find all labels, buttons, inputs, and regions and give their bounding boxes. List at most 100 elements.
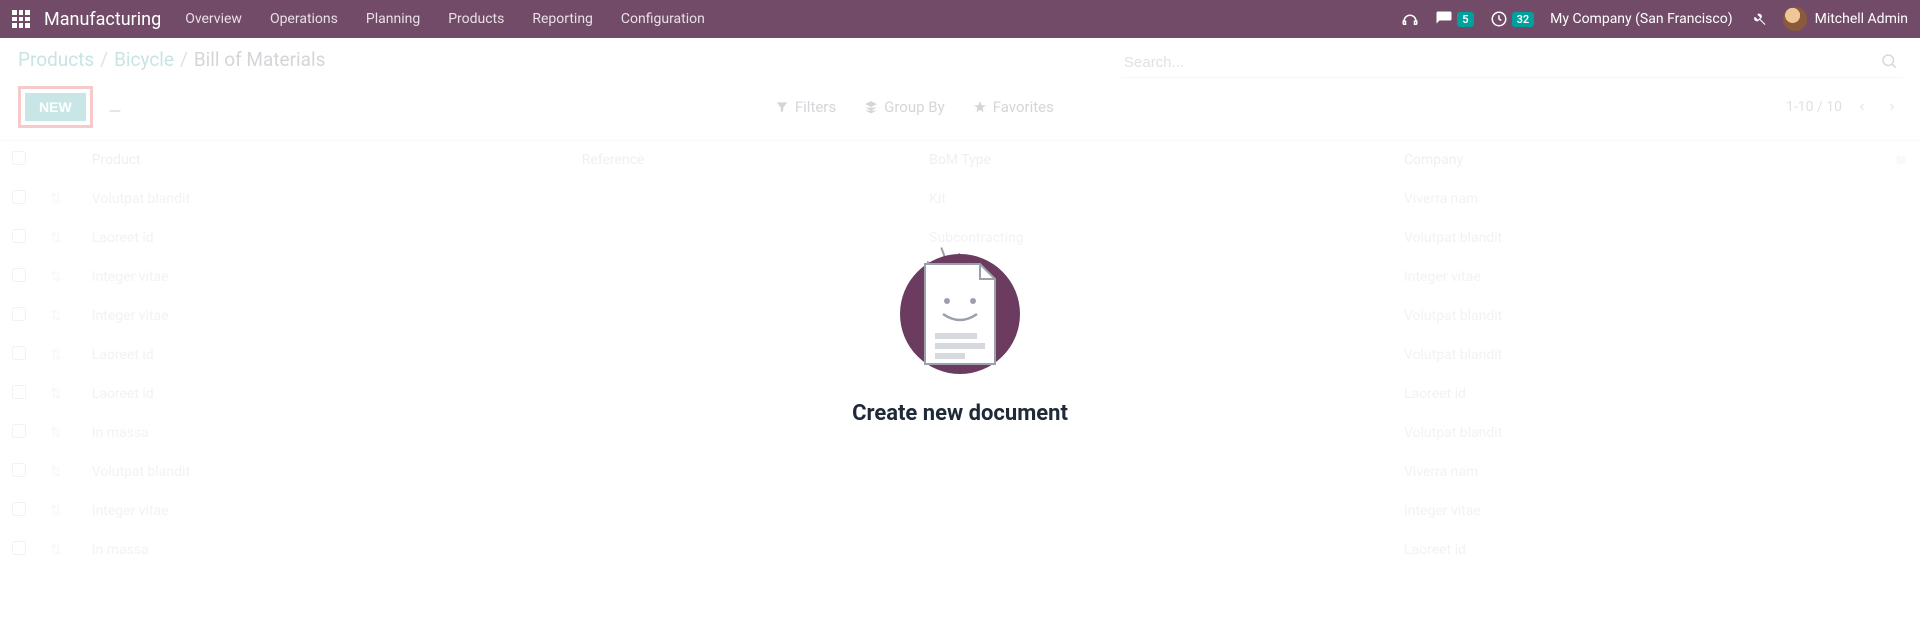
filters-button[interactable]: Filters <box>775 98 836 116</box>
cell-company: Laoreet id <box>1392 531 1882 570</box>
table-row[interactable]: ⇅Integer vitaeKitInteger vitae <box>0 258 1920 297</box>
table-row[interactable]: ⇅Volutpat blanditKitViverra nam <box>0 180 1920 219</box>
search-icon[interactable] <box>1880 52 1898 70</box>
nav-link-planning[interactable]: Planning <box>366 11 420 27</box>
row-checkbox[interactable] <box>12 307 26 321</box>
favorites-button[interactable]: Favorites <box>973 98 1054 116</box>
cell-reference <box>570 492 917 531</box>
cell-company: Volutpat blandit <box>1392 297 1882 336</box>
cell-reference <box>570 531 917 570</box>
table-row[interactable]: ⇅Laoreet idSubcontractingVolutpat blandi… <box>0 219 1920 258</box>
avatar <box>1783 7 1807 31</box>
cell-bomtype <box>917 336 1392 375</box>
cell-product: In massa <box>80 414 570 453</box>
column-settings-icon[interactable] <box>1882 141 1920 180</box>
groupby-button[interactable]: Group By <box>864 98 945 116</box>
breadcrumb-sep: / <box>100 48 108 71</box>
cell-product: Volutpat blandit <box>80 453 570 492</box>
cell-bomtype: Kit <box>917 258 1392 297</box>
drag-handle-icon[interactable]: ⇅ <box>50 347 68 363</box>
bom-list: Product Reference BoM Type Company ⇅ Volu… <box>0 141 1920 570</box>
clock-icon <box>1490 10 1508 28</box>
filters-label: Filters <box>795 98 836 116</box>
select-all-checkbox[interactable] <box>12 151 26 165</box>
breadcrumb-products[interactable]: Products <box>18 48 94 71</box>
cell-reference <box>570 297 917 336</box>
pager-next[interactable] <box>1882 99 1902 115</box>
breadcrumb-sep: / <box>180 48 188 71</box>
cell-company: Integer vitae <box>1392 492 1882 531</box>
filter-icon <box>775 100 789 114</box>
messages-button[interactable]: 5 <box>1435 10 1473 28</box>
list-wrapper: Product Reference BoM Type Company ⇅ Volu… <box>0 141 1920 570</box>
row-checkbox[interactable] <box>12 541 26 555</box>
drag-handle-icon[interactable]: ⇅ <box>50 191 68 207</box>
cell-product: In massa <box>80 531 570 570</box>
col-bomtype[interactable]: BoM Type <box>917 141 1392 180</box>
drag-handle-icon[interactable]: ⇅ <box>50 269 68 285</box>
app-brand[interactable]: Manufacturing <box>44 9 161 30</box>
cell-product: Volutpat blandit <box>80 180 570 219</box>
pager-prev[interactable] <box>1852 99 1872 115</box>
nav-link-reporting[interactable]: Reporting <box>532 11 593 27</box>
drag-handle-icon[interactable]: ⇅ <box>50 230 68 246</box>
row-checkbox[interactable] <box>12 502 26 516</box>
apps-icon[interactable] <box>12 10 30 28</box>
messages-count: 5 <box>1457 12 1473 27</box>
nav-link-operations[interactable]: Operations <box>270 11 338 27</box>
groupby-label: Group By <box>884 98 945 116</box>
drag-handle-icon[interactable]: ⇅ <box>50 308 68 324</box>
new-button[interactable]: NEW <box>25 93 86 121</box>
drag-handle-icon[interactable]: ⇅ <box>50 464 68 480</box>
download-icon[interactable] <box>107 99 123 115</box>
table-row[interactable]: ⇅Integer vitaeInteger vitae <box>0 492 1920 531</box>
row-checkbox[interactable] <box>12 229 26 243</box>
support-icon[interactable] <box>1401 10 1419 28</box>
drag-handle-icon[interactable]: ⇅ <box>50 386 68 402</box>
table-row[interactable]: ⇅ Volutpat blandit Viverra nam <box>0 453 1920 492</box>
nav-link-configuration[interactable]: Configuration <box>621 11 705 27</box>
table-row[interactable]: ⇅Integer vitaeVolutpat blandit <box>0 297 1920 336</box>
table-header-row: Product Reference BoM Type Company <box>0 141 1920 180</box>
table-row[interactable]: ⇅Laoreet idLaoreet id <box>0 375 1920 414</box>
activities-button[interactable]: 32 <box>1490 10 1535 28</box>
layers-icon <box>864 100 878 114</box>
tools-icon[interactable] <box>1749 10 1767 28</box>
cell-company: Viverra nam <box>1392 180 1882 219</box>
row-checkbox[interactable] <box>12 346 26 360</box>
drag-handle-icon[interactable]: ⇅ <box>50 542 68 558</box>
table-row[interactable]: ⇅ In massa Volutpat blandit <box>0 414 1920 453</box>
cell-company: Integer vitae <box>1392 258 1882 297</box>
new-button-highlight: NEW <box>18 86 93 128</box>
row-checkbox[interactable] <box>12 190 26 204</box>
cell-reference <box>570 375 917 414</box>
col-product[interactable]: Product <box>80 141 570 180</box>
main-navbar: Manufacturing Overview Operations Planni… <box>0 0 1920 38</box>
cell-company: Volutpat blandit <box>1392 414 1882 453</box>
favorites-label: Favorites <box>993 98 1054 116</box>
star-icon <box>973 100 987 114</box>
nav-link-products[interactable]: Products <box>448 11 504 27</box>
row-checkbox[interactable] <box>12 385 26 399</box>
row-checkbox[interactable] <box>12 463 26 477</box>
breadcrumb-bicycle[interactable]: Bicycle <box>114 48 174 71</box>
drag-handle-icon[interactable]: ⇅ <box>50 425 68 441</box>
navbar-right: 5 32 My Company (San Francisco) Mitchell… <box>1401 7 1908 31</box>
cell-bomtype <box>917 531 1392 570</box>
action-row: NEW Filters Group By Favorites 1-10 / 10 <box>0 78 1920 141</box>
nav-link-overview[interactable]: Overview <box>185 11 242 27</box>
table-row[interactable]: ⇅ In massa Laoreet id <box>0 531 1920 570</box>
cell-reference <box>570 219 917 258</box>
table-row[interactable]: ⇅Laoreet idVolutpat blandit <box>0 336 1920 375</box>
col-company[interactable]: Company <box>1392 141 1882 180</box>
company-switcher[interactable]: My Company (San Francisco) <box>1550 11 1732 27</box>
search-input[interactable] <box>1122 48 1902 78</box>
row-checkbox[interactable] <box>12 268 26 282</box>
row-checkbox[interactable] <box>12 424 26 438</box>
cell-company: Viverra nam <box>1392 453 1882 492</box>
cell-product: Laoreet id <box>80 375 570 414</box>
cell-bomtype <box>917 492 1392 531</box>
col-reference[interactable]: Reference <box>570 141 917 180</box>
user-menu[interactable]: Mitchell Admin <box>1783 7 1908 31</box>
drag-handle-icon[interactable]: ⇅ <box>50 503 68 519</box>
